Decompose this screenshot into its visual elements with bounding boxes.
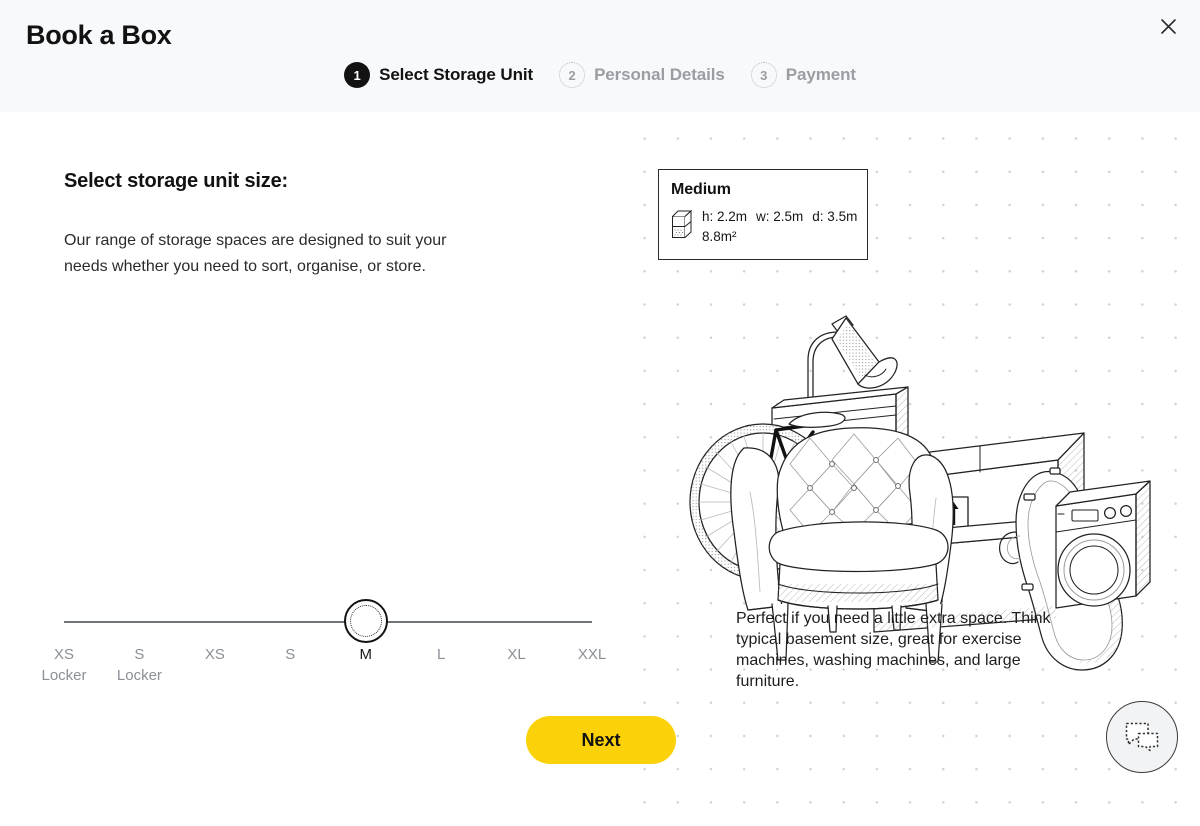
next-button[interactable]: Next [526,716,676,764]
page-title: Book a Box [26,20,172,50]
slider-tick-size: S [285,646,296,663]
right-panel: Medium h: 2.2m w: 2.5m d: 3.5m 8.8m² Per… [620,112,1200,826]
slider-tick-m-4[interactable]: M [359,644,372,665]
step-3-label: Payment [785,65,856,84]
section-description: Our range of storage spaces are designed… [64,232,447,275]
slider-tick-xs-2[interactable]: XS [205,644,225,665]
unit-card-title: Medium [671,181,731,198]
unit-width: w: 2.5m [756,209,804,224]
slider-tick-s-3[interactable]: S [285,644,295,665]
selected-unit-card: Medium h: 2.2m w: 2.5m d: 3.5m 8.8m² [658,169,868,260]
step-1-label: Select Storage Unit [379,65,534,84]
slider-tick-xl-6[interactable]: XL [507,644,525,665]
close-icon[interactable] [1152,10,1184,42]
slider-tick-size: S [134,646,145,663]
unit-card-dimensions: h: 2.2m w: 2.5m d: 3.5m 8.8m² [702,207,866,247]
left-panel: Select storage unit size: Our range of s… [0,112,620,826]
unit-height: h: 2.2m [702,209,748,224]
step-personal-details[interactable]: 2 Personal Details [559,62,725,88]
slider-tick-size: L [436,646,446,663]
storage-unit-box-icon [671,209,693,244]
section-heading: Select storage unit size: [64,170,288,192]
slider-tick-size: XS [204,646,225,663]
step-1-bullet: 1 [344,62,371,88]
chat-bubbles-icon[interactable] [1106,701,1178,773]
slider-tick-size: XL [507,646,526,663]
step-3-bullet: 3 [750,62,777,88]
slider-tick-size: XS [53,646,74,663]
slider-tick-s-locker-1[interactable]: S Locker [117,644,162,686]
slider-handle[interactable] [343,599,388,643]
slider-tick-l-5[interactable]: L [437,644,445,665]
slider-tick-xxl-7[interactable]: XXL [578,644,606,665]
slider-tick-size: XXL [577,646,607,663]
slider-track[interactable] [64,621,592,623]
step-select-storage-unit[interactable]: 1 Select Storage Unit [344,62,533,88]
slider-tick-xs-locker-0[interactable]: XS Locker [41,644,86,686]
page-header: Book a Box 1 Select Storage Unit 2 Perso… [0,0,1200,112]
step-2-label: Personal Details [594,65,725,84]
slider-tick-labels: XS Locker S Locker XS S M L XL XXL [41,644,606,694]
unit-area: 8.8m² [702,229,737,244]
step-indicator: 1 Select Storage Unit 2 Personal Details… [0,62,1200,88]
step-payment[interactable]: 3 Payment [750,62,856,88]
slider-tick-sublabel: Locker [41,667,87,684]
unit-depth: d: 3.5m [812,209,858,224]
unit-description: Perfect if you need a little extra space… [736,610,1051,690]
slider-tick-sublabel: Locker [116,667,162,684]
slider-tick-size: M [359,646,372,663]
step-2-bullet: 2 [559,62,586,88]
